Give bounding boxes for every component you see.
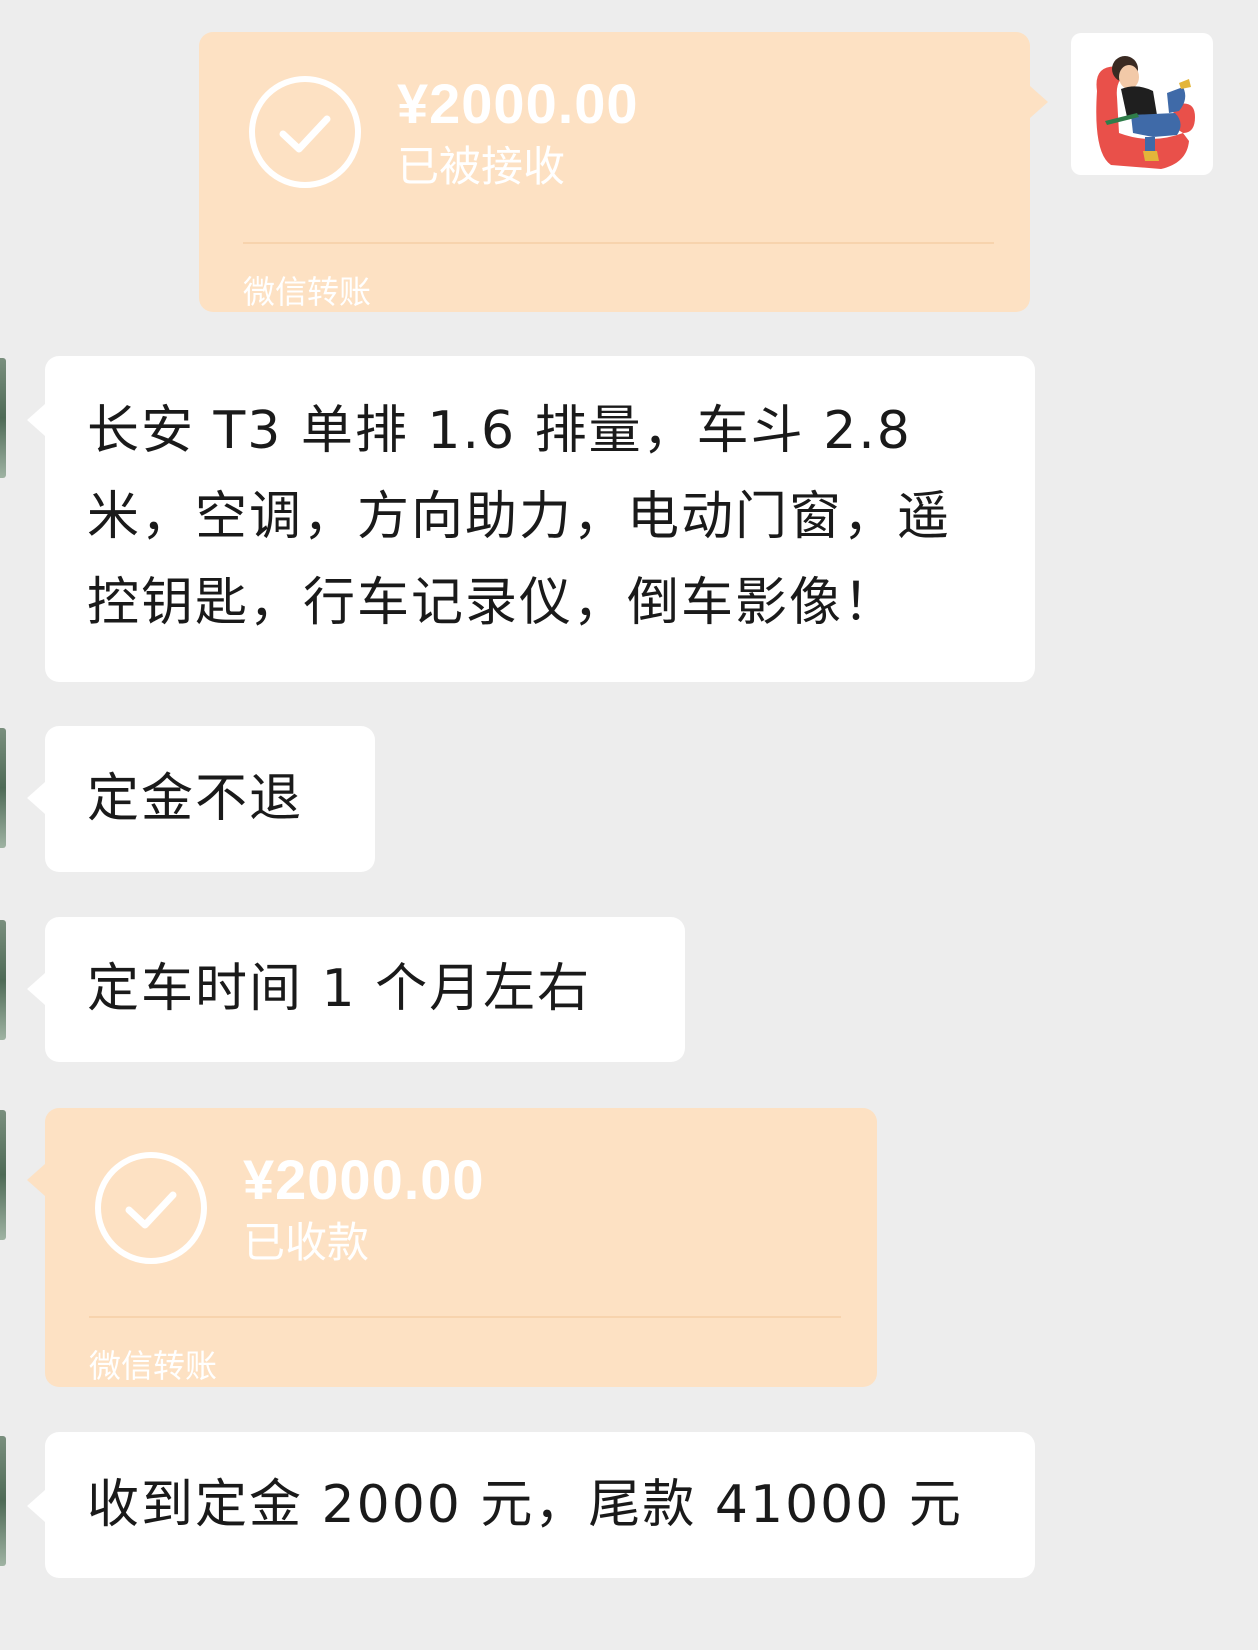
transfer-divider [89, 1316, 841, 1318]
transfer-brand-label: 微信转账 [89, 1347, 218, 1385]
user-avatar-illustration [1096, 56, 1195, 169]
message-line: 米，空调，方向助力，电动门窗，遥 [87, 487, 952, 547]
bubble-tail [27, 404, 45, 436]
bubble-tail [1030, 86, 1048, 118]
check-circle-icon [95, 1152, 207, 1264]
transfer-divider [243, 242, 994, 244]
transfer-status: 已被接收 [397, 142, 566, 191]
transfer-amount: ¥2000.00 [397, 72, 639, 135]
transfer-amount: ¥2000.00 [243, 1148, 485, 1211]
bubble-tail [27, 1490, 45, 1522]
message-line: 控钥匙，行车记录仪，倒车影像！ [87, 573, 898, 633]
partner-avatar-edge[interactable] [0, 920, 6, 1040]
transfer-status: 已收款 [243, 1218, 370, 1267]
message-line: 长安 T3 单排 1.6 排量，车斗 2.8 [87, 401, 912, 461]
partner-avatar-edge[interactable] [0, 1436, 6, 1566]
message-bubble[interactable]: 定金不退 [45, 726, 375, 872]
partner-avatar-edge[interactable] [0, 728, 6, 848]
message-bubble[interactable]: 长安 T3 单排 1.6 排量，车斗 2.8 米，空调，方向助力，电动门窗，遥 … [45, 356, 1035, 682]
avatar[interactable] [1071, 33, 1213, 175]
bubble-tail [27, 782, 45, 814]
message-text: 定车时间 1 个月左右 [87, 959, 592, 1019]
message-text: 定金不退 [87, 769, 304, 829]
bubble-tail [27, 1164, 45, 1196]
transfer-card-received[interactable]: ¥2000.00 已收款 微信转账 [45, 1108, 877, 1387]
message-text: 收到定金 2000 元，尾款 41000 元 [87, 1475, 963, 1535]
message-bubble[interactable]: 定车时间 1 个月左右 [45, 917, 685, 1062]
transfer-card-sent[interactable]: ¥2000.00 已被接收 微信转账 [199, 32, 1030, 312]
partner-avatar-edge[interactable] [0, 358, 6, 478]
bubble-tail [27, 973, 45, 1005]
check-circle-icon [249, 76, 361, 188]
partner-avatar-edge[interactable] [0, 1110, 6, 1240]
message-bubble[interactable]: 收到定金 2000 元，尾款 41000 元 [45, 1432, 1035, 1578]
transfer-brand-label: 微信转账 [243, 273, 372, 311]
